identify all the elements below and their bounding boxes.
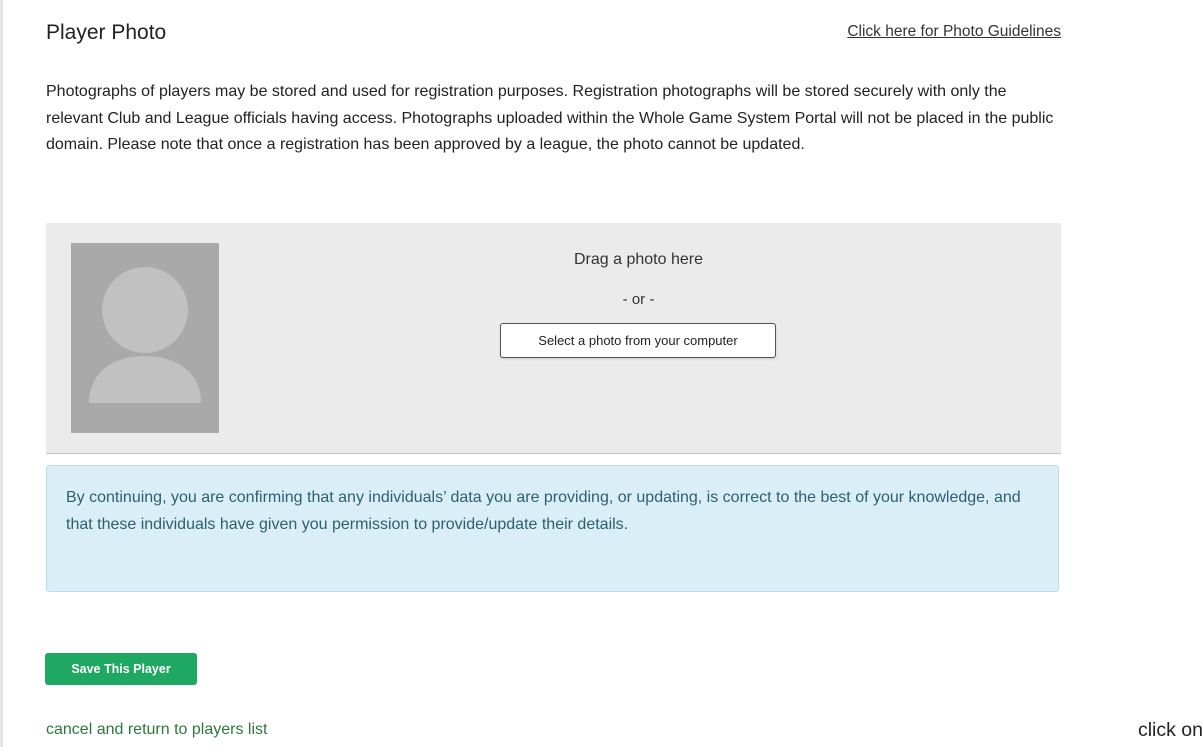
photo-drop-zone[interactable]: Drag a photo here - or - Select a photo … [46,223,1061,454]
save-player-button[interactable]: Save This Player [45,653,197,685]
intro-paragraph: Photographs of players may be stored and… [46,83,1054,153]
consent-notice-text: By continuing, you are confirming that a… [66,489,1021,533]
person-silhouette-icon [71,243,219,433]
left-border [0,0,3,747]
select-photo-button[interactable]: Select a photo from your computer [500,323,776,358]
consent-notice: By continuing, you are confirming that a… [46,465,1059,592]
section-title: Player Photo [46,21,167,44]
or-separator: - or - [622,291,655,308]
photo-guidelines-link[interactable]: Click here for Photo Guidelines [847,22,1061,42]
annotation-text: click on [1137,719,1203,741]
avatar-placeholder-graphic [71,243,219,433]
cancel-return-link[interactable]: cancel and return to players list [46,720,267,740]
drag-photo-text: Drag a photo here [574,251,703,268]
